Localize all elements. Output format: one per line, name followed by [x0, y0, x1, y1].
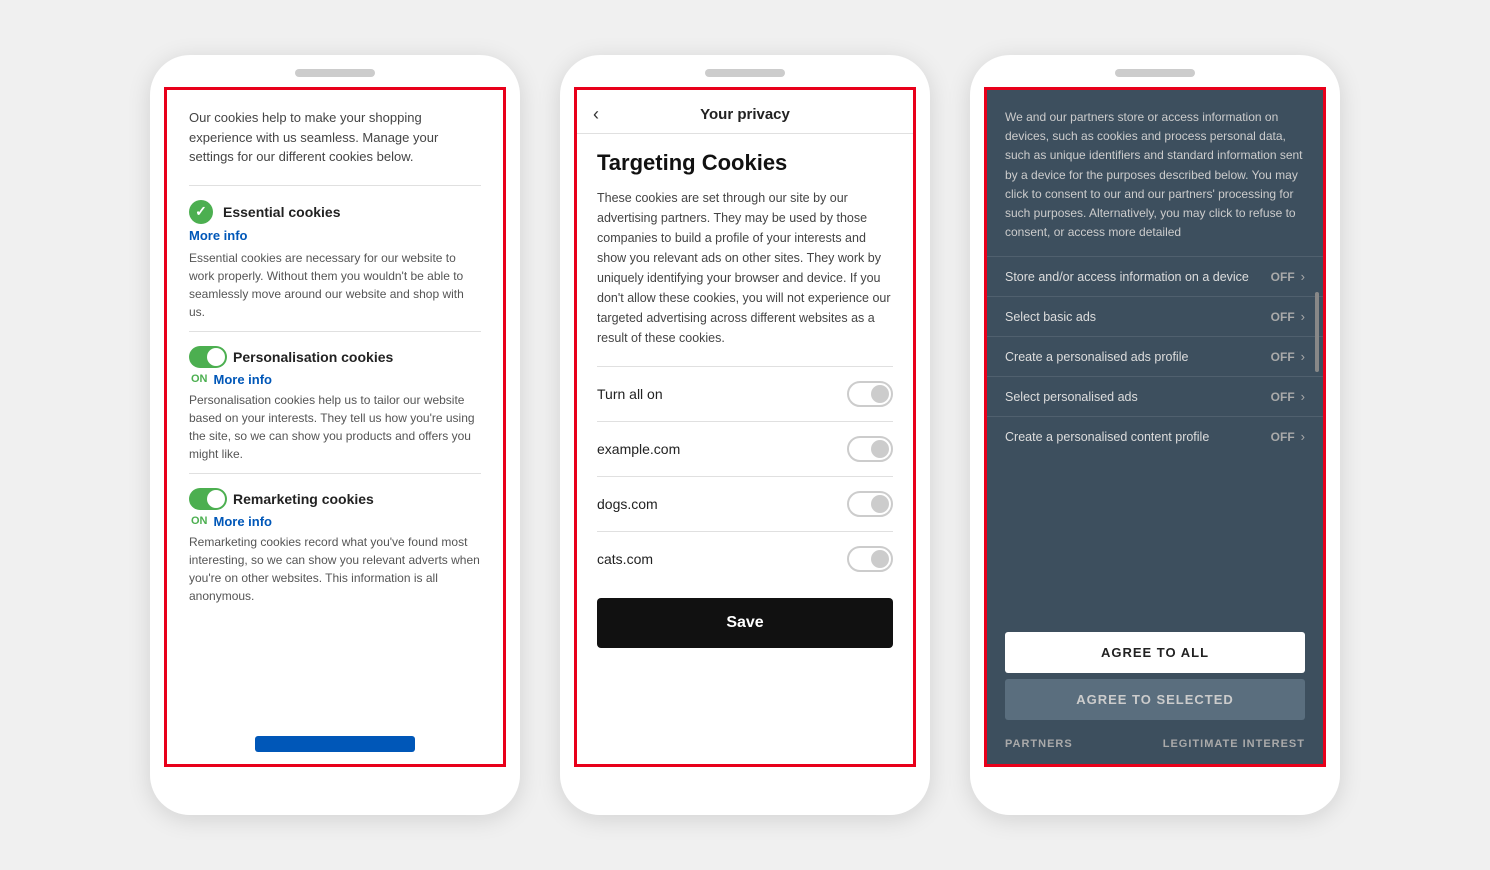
- phone1-intro: Our cookies help to make your shopping e…: [189, 108, 481, 167]
- toggle-row-turn-all-on: Turn all on: [597, 366, 893, 421]
- phone-notch-2: [705, 69, 785, 77]
- essential-title: Essential cookies: [223, 204, 341, 220]
- essential-header: Essential cookies: [189, 200, 481, 224]
- phone2-inner: ‹ Your privacy Targeting Cookies These c…: [577, 90, 913, 764]
- personalised-content-profile-status: OFF: [1271, 430, 1295, 444]
- phone2-body: Targeting Cookies These cookies are set …: [577, 134, 913, 764]
- phone2-header: ‹ Your privacy: [577, 90, 913, 134]
- personalisation-desc: Personalisation cookies help us to tailo…: [189, 391, 481, 463]
- remarketing-toggle-row: Remarketing cookies: [189, 488, 481, 510]
- personalised-ads-profile-label: Create a personalised ads profile: [1005, 350, 1271, 364]
- personalised-ads-profile-chevron-icon[interactable]: ›: [1301, 349, 1305, 364]
- remarketing-on-label: ON: [191, 515, 208, 527]
- basic-ads-label: Select basic ads: [1005, 310, 1271, 324]
- essential-check-icon[interactable]: [189, 200, 213, 224]
- cats-toggle[interactable]: [847, 546, 893, 572]
- blue-bar: [255, 736, 415, 752]
- phone-3: We and our partners store or access info…: [970, 55, 1340, 815]
- dogs-label: dogs.com: [597, 496, 658, 512]
- store-access-status: OFF: [1271, 270, 1295, 284]
- basic-ads-status: OFF: [1271, 310, 1295, 324]
- phone3-row-personalised-ads-profile: Create a personalised ads profile OFF ›: [987, 336, 1323, 376]
- phone3-row-personalised-content-profile: Create a personalised content profile OF…: [987, 416, 1323, 456]
- partners-label[interactable]: PARTNERS: [1005, 738, 1073, 750]
- phone-2: ‹ Your privacy Targeting Cookies These c…: [560, 55, 930, 815]
- phone3-content: We and our partners store or access info…: [984, 87, 1326, 767]
- dogs-toggle[interactable]: [847, 491, 893, 517]
- personalisation-section: Personalisation cookies ON More info Per…: [189, 331, 481, 473]
- phone3-inner: We and our partners store or access info…: [987, 90, 1323, 764]
- personalised-content-profile-chevron-icon[interactable]: ›: [1301, 429, 1305, 444]
- phone3-row-store: Store and/or access information on a dev…: [987, 256, 1323, 296]
- phone2-content: ‹ Your privacy Targeting Cookies These c…: [574, 87, 916, 767]
- phone2-header-title: Your privacy: [700, 106, 790, 123]
- essential-section: Essential cookies More info Essential co…: [189, 185, 481, 331]
- personalisation-on-label: ON: [191, 373, 208, 385]
- agree-to-selected-button[interactable]: AGREE TO SELECTED: [1005, 679, 1305, 720]
- store-access-right: OFF ›: [1271, 269, 1305, 284]
- basic-ads-right: OFF ›: [1271, 309, 1305, 324]
- phone1-inner: Our cookies help to make your shopping e…: [167, 90, 503, 633]
- toggle-row-cats: cats.com: [597, 531, 893, 586]
- personalised-content-profile-right: OFF ›: [1271, 429, 1305, 444]
- basic-ads-chevron-icon[interactable]: ›: [1301, 309, 1305, 324]
- phone-notch-1: [295, 69, 375, 77]
- phone3-row-basic-ads: Select basic ads OFF ›: [987, 296, 1323, 336]
- personalised-ads-profile-right: OFF ›: [1271, 349, 1305, 364]
- select-personalised-ads-label: Select personalised ads: [1005, 390, 1271, 404]
- targeting-cookies-desc: These cookies are set through our site b…: [597, 188, 893, 348]
- personalisation-toggle[interactable]: [189, 346, 227, 368]
- example-label: example.com: [597, 441, 680, 457]
- personalised-content-profile-label: Create a personalised content profile: [1005, 430, 1271, 444]
- personalisation-toggle-row: Personalisation cookies: [189, 346, 481, 368]
- select-personalised-ads-right: OFF ›: [1271, 389, 1305, 404]
- phone1-bottom-bar: [167, 736, 503, 752]
- save-button[interactable]: Save: [597, 598, 893, 648]
- store-access-chevron-icon[interactable]: ›: [1301, 269, 1305, 284]
- essential-more-info[interactable]: More info: [189, 228, 481, 243]
- scrollbar[interactable]: [1315, 292, 1319, 372]
- remarketing-toggle[interactable]: [189, 488, 227, 510]
- store-access-label: Store and/or access information on a dev…: [1005, 270, 1271, 284]
- select-personalised-ads-status: OFF: [1271, 390, 1295, 404]
- legitimate-interest-label[interactable]: LEGITIMATE INTEREST: [1163, 738, 1305, 750]
- phone3-row-select-personalised-ads: Select personalised ads OFF ›: [987, 376, 1323, 416]
- personalisation-more-info[interactable]: More info: [214, 372, 273, 387]
- remarketing-section: Remarketing cookies ON More info Remarke…: [189, 473, 481, 615]
- turn-all-on-toggle[interactable]: [847, 381, 893, 407]
- back-button[interactable]: ‹: [593, 104, 599, 125]
- phone3-footer: PARTNERS LEGITIMATE INTEREST: [987, 728, 1323, 764]
- select-personalised-ads-chevron-icon[interactable]: ›: [1301, 389, 1305, 404]
- example-toggle[interactable]: [847, 436, 893, 462]
- essential-desc: Essential cookies are necessary for our …: [189, 249, 481, 321]
- personalisation-title: Personalisation cookies: [233, 349, 393, 365]
- phone1-content: Our cookies help to make your shopping e…: [164, 87, 506, 767]
- agree-to-all-button[interactable]: AGREE TO ALL: [1005, 632, 1305, 673]
- remarketing-more-info[interactable]: More info: [214, 514, 273, 529]
- remarketing-desc: Remarketing cookies record what you've f…: [189, 533, 481, 605]
- phone-1: Our cookies help to make your shopping e…: [150, 55, 520, 815]
- cats-label: cats.com: [597, 551, 653, 567]
- personalised-ads-profile-status: OFF: [1271, 350, 1295, 364]
- phone3-desc: We and our partners store or access info…: [987, 90, 1323, 256]
- toggle-row-example: example.com: [597, 421, 893, 476]
- toggle-row-dogs: dogs.com: [597, 476, 893, 531]
- turn-all-on-label: Turn all on: [597, 386, 663, 402]
- remarketing-title: Remarketing cookies: [233, 491, 374, 507]
- phone3-list: Store and/or access information on a dev…: [987, 256, 1323, 622]
- phone-notch-3: [1115, 69, 1195, 77]
- targeting-cookies-title: Targeting Cookies: [597, 150, 893, 176]
